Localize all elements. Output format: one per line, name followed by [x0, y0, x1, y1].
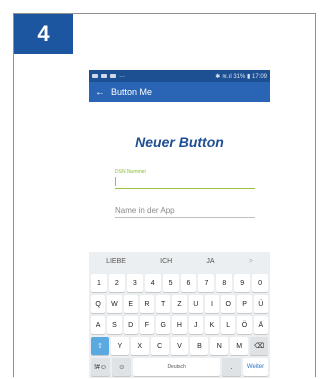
letter-row-2: A S D F G H J K L Ö Ä — [89, 316, 270, 334]
suggestion-3[interactable]: JA — [206, 258, 214, 265]
app-icon — [110, 74, 116, 78]
page-title: Neuer Button — [135, 134, 224, 150]
soft-keyboard: LIEBE ICH JA > 1 2 3 4 5 6 7 8 9 0 Q W E — [89, 252, 270, 378]
key-g[interactable]: G — [156, 316, 171, 334]
key-v[interactable]: V — [170, 337, 189, 355]
app-bar-title: Button Me — [111, 87, 153, 97]
text-cursor — [115, 177, 116, 186]
key-0[interactable]: 0 — [252, 274, 269, 292]
back-arrow-icon[interactable]: ← — [95, 87, 111, 98]
key-ae[interactable]: Ä — [253, 316, 268, 334]
emoji-icon[interactable]: ☺ — [112, 358, 132, 376]
key-u[interactable]: U — [188, 295, 203, 313]
key-z[interactable]: Z — [172, 295, 187, 313]
space-bar[interactable]: Deutsch — [133, 358, 220, 376]
bottom-row: !#☺ ☺ Deutsch . Weiter — [89, 358, 270, 376]
suggestion-1[interactable]: LIEBE — [106, 258, 126, 265]
key-ue[interactable]: Ü — [253, 295, 268, 313]
key-3[interactable]: 3 — [126, 274, 143, 292]
key-p[interactable]: P — [237, 295, 252, 313]
key-1[interactable]: 1 — [91, 274, 107, 292]
suggestion-expand-icon[interactable]: > — [249, 258, 253, 265]
key-d[interactable]: D — [123, 316, 138, 334]
letter-row-1: Q W E R T Z U I O P Ü — [89, 295, 270, 313]
key-o[interactable]: O — [221, 295, 236, 313]
key-w[interactable]: W — [107, 295, 122, 313]
number-row: 1 2 3 4 5 6 7 8 9 0 — [89, 274, 270, 292]
app-name-field[interactable] — [115, 204, 255, 218]
dsn-number-label: DSN Nummer — [115, 169, 147, 175]
key-7[interactable]: 7 — [198, 274, 215, 292]
shift-icon[interactable]: ⇧ — [91, 337, 109, 355]
key-6[interactable]: 6 — [180, 274, 197, 292]
key-k[interactable]: K — [204, 316, 220, 334]
key-y[interactable]: Y — [110, 337, 129, 355]
notification-icon — [92, 74, 98, 78]
form-content: Neuer Button DSN Nummer — [89, 102, 270, 252]
symbols-key[interactable]: !#☺ — [91, 358, 111, 376]
suggestion-bar: LIEBE ICH JA > — [89, 252, 270, 271]
more-notifications-icon: … — [119, 73, 125, 79]
backspace-icon[interactable]: ⌫ — [250, 337, 269, 355]
key-s[interactable]: S — [107, 316, 122, 334]
key-5[interactable]: 5 — [162, 274, 179, 292]
key-h[interactable]: H — [172, 316, 187, 334]
letter-row-3: ⇧ Y X C V B N M ⌫ — [89, 337, 270, 355]
key-c[interactable]: C — [150, 337, 169, 355]
key-f[interactable]: F — [139, 316, 155, 334]
status-bar: … ✱ ≋.ıl 31% ▮ 17:09 — [89, 70, 270, 82]
key-x[interactable]: X — [130, 337, 149, 355]
key-m[interactable]: M — [230, 337, 249, 355]
dsn-number-field[interactable] — [115, 176, 255, 189]
app-bar: ← Button Me — [89, 82, 270, 102]
key-r[interactable]: R — [139, 295, 155, 313]
key-4[interactable]: 4 — [144, 274, 161, 292]
key-j[interactable]: J — [188, 316, 203, 334]
key-a[interactable]: A — [91, 316, 106, 334]
key-e[interactable]: E — [123, 295, 138, 313]
key-8[interactable]: 8 — [216, 274, 233, 292]
status-right-text: ✱ ≋.ıl 31% ▮ 17:09 — [215, 73, 267, 80]
suggestion-2[interactable]: ICH — [160, 258, 172, 265]
next-key[interactable]: Weiter — [243, 358, 268, 376]
key-b[interactable]: B — [190, 337, 209, 355]
key-2[interactable]: 2 — [108, 274, 125, 292]
key-9[interactable]: 9 — [234, 274, 251, 292]
key-i[interactable]: I — [204, 295, 220, 313]
key-n[interactable]: N — [210, 337, 229, 355]
key-q[interactable]: Q — [91, 295, 106, 313]
mail-icon — [101, 74, 107, 78]
step-number-badge: 4 — [14, 14, 73, 54]
key-oe[interactable]: Ö — [237, 316, 252, 334]
key-t[interactable]: T — [156, 295, 171, 313]
phone-screen: … ✱ ≋.ıl 31% ▮ 17:09 ← Button Me Neuer B… — [89, 70, 270, 378]
key-l[interactable]: L — [221, 316, 236, 334]
step-frame: 4 … ✱ ≋.ıl 31% ▮ 17:09 ← Button Me Neuer… — [13, 13, 316, 378]
period-key[interactable]: . — [221, 358, 242, 376]
